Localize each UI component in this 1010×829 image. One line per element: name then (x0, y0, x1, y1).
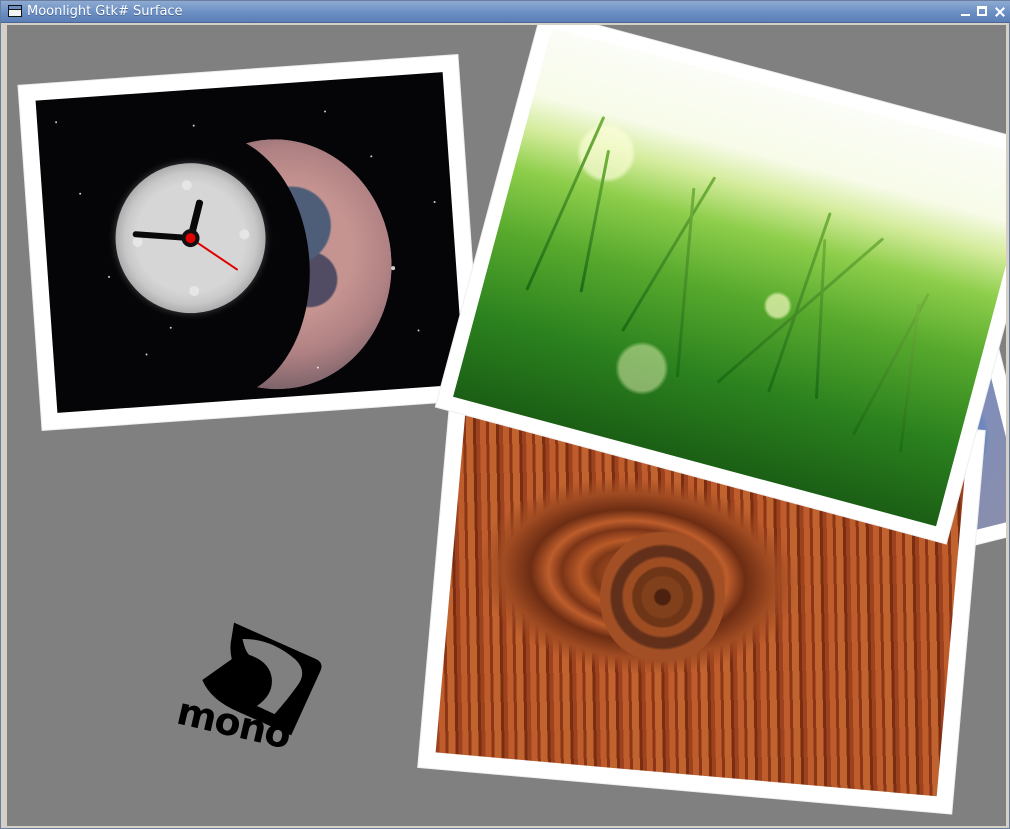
moon-image (35, 72, 465, 413)
close-button[interactable] (992, 4, 1007, 19)
clock-tick-3 (239, 229, 250, 240)
clock-tick-6 (188, 285, 200, 297)
title-bar[interactable]: Moonlight Gtk# Surface (1, 1, 1010, 23)
application-window: Moonlight Gtk# Surface mono ™ (0, 0, 1010, 829)
moon-photo[interactable] (18, 55, 482, 430)
window-icon[interactable] (8, 5, 22, 17)
window-title: Moonlight Gtk# Surface (27, 4, 183, 19)
maximize-button[interactable] (975, 4, 990, 19)
wood-knot (594, 524, 731, 670)
mono-logo: mono ™ (166, 612, 332, 789)
moonlight-surface[interactable]: mono ™ (7, 25, 1006, 826)
minimize-button[interactable] (958, 4, 973, 19)
